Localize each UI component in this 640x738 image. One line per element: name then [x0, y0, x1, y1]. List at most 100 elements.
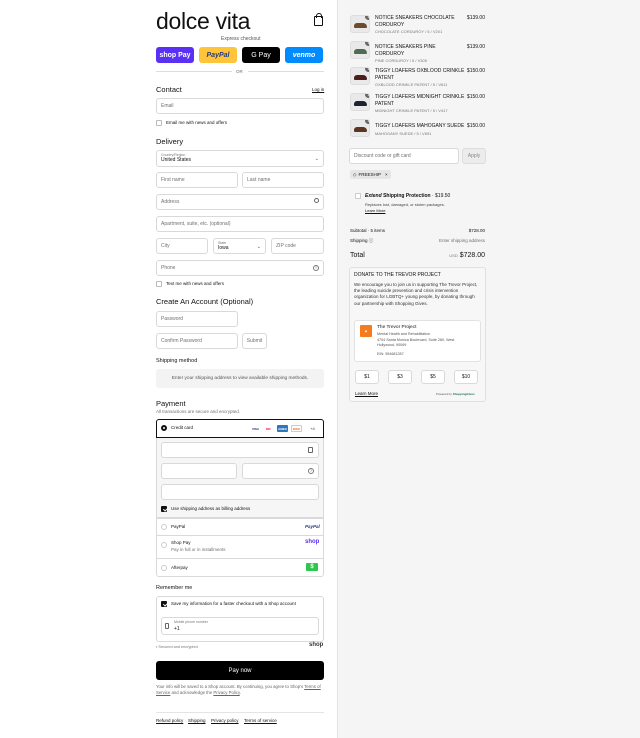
- mastercard-icon: MC: [266, 426, 271, 431]
- address-input[interactable]: Address: [156, 194, 324, 210]
- donate-amount-button[interactable]: $10: [454, 370, 478, 384]
- phone-input[interactable]: Phone ?: [156, 260, 324, 276]
- charity-type: Mental Health and Rehabilitation: [377, 332, 431, 336]
- quantity-badge: 1: [365, 68, 369, 72]
- first-name-input[interactable]: First name: [156, 172, 238, 188]
- shoppinggives-logo: ShoppingGives: [452, 392, 475, 396]
- zip-input[interactable]: ZIP code: [271, 238, 324, 254]
- subtotal-value: $728.00: [468, 228, 485, 233]
- login-link[interactable]: Log in: [312, 87, 324, 92]
- donate-amount-button[interactable]: $1: [355, 370, 379, 384]
- quantity-badge: 1: [365, 94, 369, 98]
- shipping-label: Shipping ⓘ: [350, 238, 373, 244]
- more-cards-label: +4: [310, 426, 315, 431]
- powered-by-text: Powered by: [436, 392, 452, 396]
- last-name-input[interactable]: Last name: [242, 172, 324, 188]
- shop-pay-radio[interactable]: [161, 542, 167, 548]
- text-news-checkbox[interactable]: [156, 281, 162, 287]
- venmo-button[interactable]: venmo: [285, 47, 323, 63]
- divider-right: [248, 71, 324, 72]
- email-input[interactable]: Email: [156, 98, 324, 114]
- product-thumbnail: 1: [350, 41, 370, 59]
- help-icon[interactable]: ?: [313, 265, 319, 271]
- discount-code-input[interactable]: Discount code or gift card: [349, 148, 459, 164]
- quantity-badge: 1: [365, 42, 369, 46]
- brand-logo[interactable]: dolce vita: [156, 8, 250, 35]
- discount-tag: ◇ FREESHIP ×: [350, 170, 391, 179]
- donation-heading: DONATE TO THE TREVOR PROJECT: [354, 272, 441, 278]
- billing-address-checkbox[interactable]: [161, 506, 167, 512]
- shop-privacy-link[interactable]: Privacy Policy: [213, 690, 239, 695]
- paypal-button[interactable]: PayPal: [199, 47, 237, 63]
- credit-card-radio[interactable]: [161, 425, 167, 431]
- quantity-badge: 1: [365, 16, 369, 20]
- chevron-down-icon: ⌄: [256, 244, 261, 250]
- city-input[interactable]: City: [156, 238, 208, 254]
- legal-line: Your info will be saved to a Shop accoun…: [156, 684, 304, 689]
- country-select[interactable]: Country/Region United States ⌄: [156, 150, 324, 167]
- shoe-image: [354, 49, 367, 54]
- footer-divider: [156, 712, 324, 713]
- terms-of-service-link[interactable]: Terms of service: [244, 718, 277, 723]
- lock-icon: [308, 447, 313, 453]
- product-thumbnail: 1: [350, 119, 370, 137]
- item-variant: CHOCOLATE CORDUROY / 5 / V201: [375, 29, 443, 34]
- password-input[interactable]: Password: [156, 311, 238, 327]
- billing-address-label: Use shipping address as billing address: [171, 506, 251, 511]
- shipping-value: Enter shipping address: [438, 238, 485, 243]
- pay-now-button[interactable]: Pay now: [156, 661, 324, 680]
- state-select[interactable]: State Iowa ⌄: [213, 238, 266, 254]
- legal-text: Your info will be saved to a Shop accoun…: [156, 684, 324, 696]
- address-placeholder: Address: [161, 199, 180, 205]
- protection-title: Shipping Protection: [383, 193, 431, 199]
- submit-button[interactable]: Submit: [242, 333, 267, 349]
- confirm-password-input[interactable]: Confirm Password: [156, 333, 238, 349]
- donate-amount-button[interactable]: $3: [388, 370, 412, 384]
- afterpay-radio[interactable]: [161, 565, 167, 571]
- paypal-radio[interactable]: [161, 524, 167, 530]
- text-news-label: Text me with news and offers: [166, 281, 224, 286]
- google-pay-button[interactable]: G Pay: [242, 47, 280, 63]
- or-divider-label: OR: [236, 69, 243, 74]
- mobile-phone-value: +1: [174, 626, 180, 632]
- email-news-checkbox[interactable]: [156, 120, 162, 126]
- apply-button[interactable]: Apply: [462, 148, 486, 164]
- charity-logo: ◆: [360, 325, 372, 337]
- shoe-image: [354, 127, 367, 132]
- extend-logo: Extend: [365, 193, 382, 199]
- chevron-down-icon: ⌄: [314, 156, 319, 162]
- item-variant: MIDNIGHT CRINKLE PATENT / 5 / V417: [375, 108, 448, 113]
- product-thumbnail: 1: [350, 15, 370, 33]
- checkout-form: dolce vita Express checkout shop Pay Pay…: [0, 0, 337, 738]
- cart-bag-icon[interactable]: [314, 13, 323, 26]
- amex-icon: AMEX: [277, 425, 288, 432]
- security-code-input[interactable]: ?: [242, 463, 319, 479]
- shipping-protection-checkbox[interactable]: [355, 193, 361, 199]
- shoe-image: [354, 23, 367, 28]
- divider-left: [156, 71, 232, 72]
- donation-learn-more[interactable]: Learn More: [355, 391, 378, 396]
- total-label: Total: [350, 252, 365, 259]
- save-info-checkbox[interactable]: [161, 601, 167, 607]
- card-number-input[interactable]: [161, 442, 319, 458]
- product-thumbnail: 1: [350, 67, 370, 85]
- apartment-input[interactable]: Apartment, suite, etc. (optional): [156, 216, 324, 232]
- shoe-image: [354, 75, 367, 80]
- phone-placeholder: Phone: [161, 265, 176, 271]
- help-icon[interactable]: ?: [308, 468, 314, 474]
- shop-pay-button[interactable]: shop Pay: [156, 47, 194, 63]
- name-on-card-input[interactable]: [161, 484, 319, 500]
- refund-policy-link[interactable]: Refund policy: [156, 718, 183, 723]
- privacy-policy-link[interactable]: Privacy policy: [211, 718, 239, 723]
- afterpay-label: Afterpay: [171, 565, 188, 570]
- expiration-input[interactable]: [161, 463, 237, 479]
- item-price: $139.00: [466, 44, 485, 50]
- donate-amount-button[interactable]: $5: [421, 370, 445, 384]
- remove-tag-icon[interactable]: ×: [385, 172, 388, 177]
- shipping-policy-link[interactable]: Shipping: [188, 718, 206, 723]
- powered-by: Powered by ShoppingGives: [436, 392, 475, 396]
- info-icon[interactable]: ⓘ: [369, 238, 374, 243]
- order-summary: 1 NOTICE SNEAKERS CHOCOLATE CORDUROY CHOC…: [337, 0, 640, 738]
- protection-description: Replaces lost, damaged, or stolen packag…: [365, 202, 445, 207]
- protection-learn-more[interactable]: Learn More: [365, 208, 385, 213]
